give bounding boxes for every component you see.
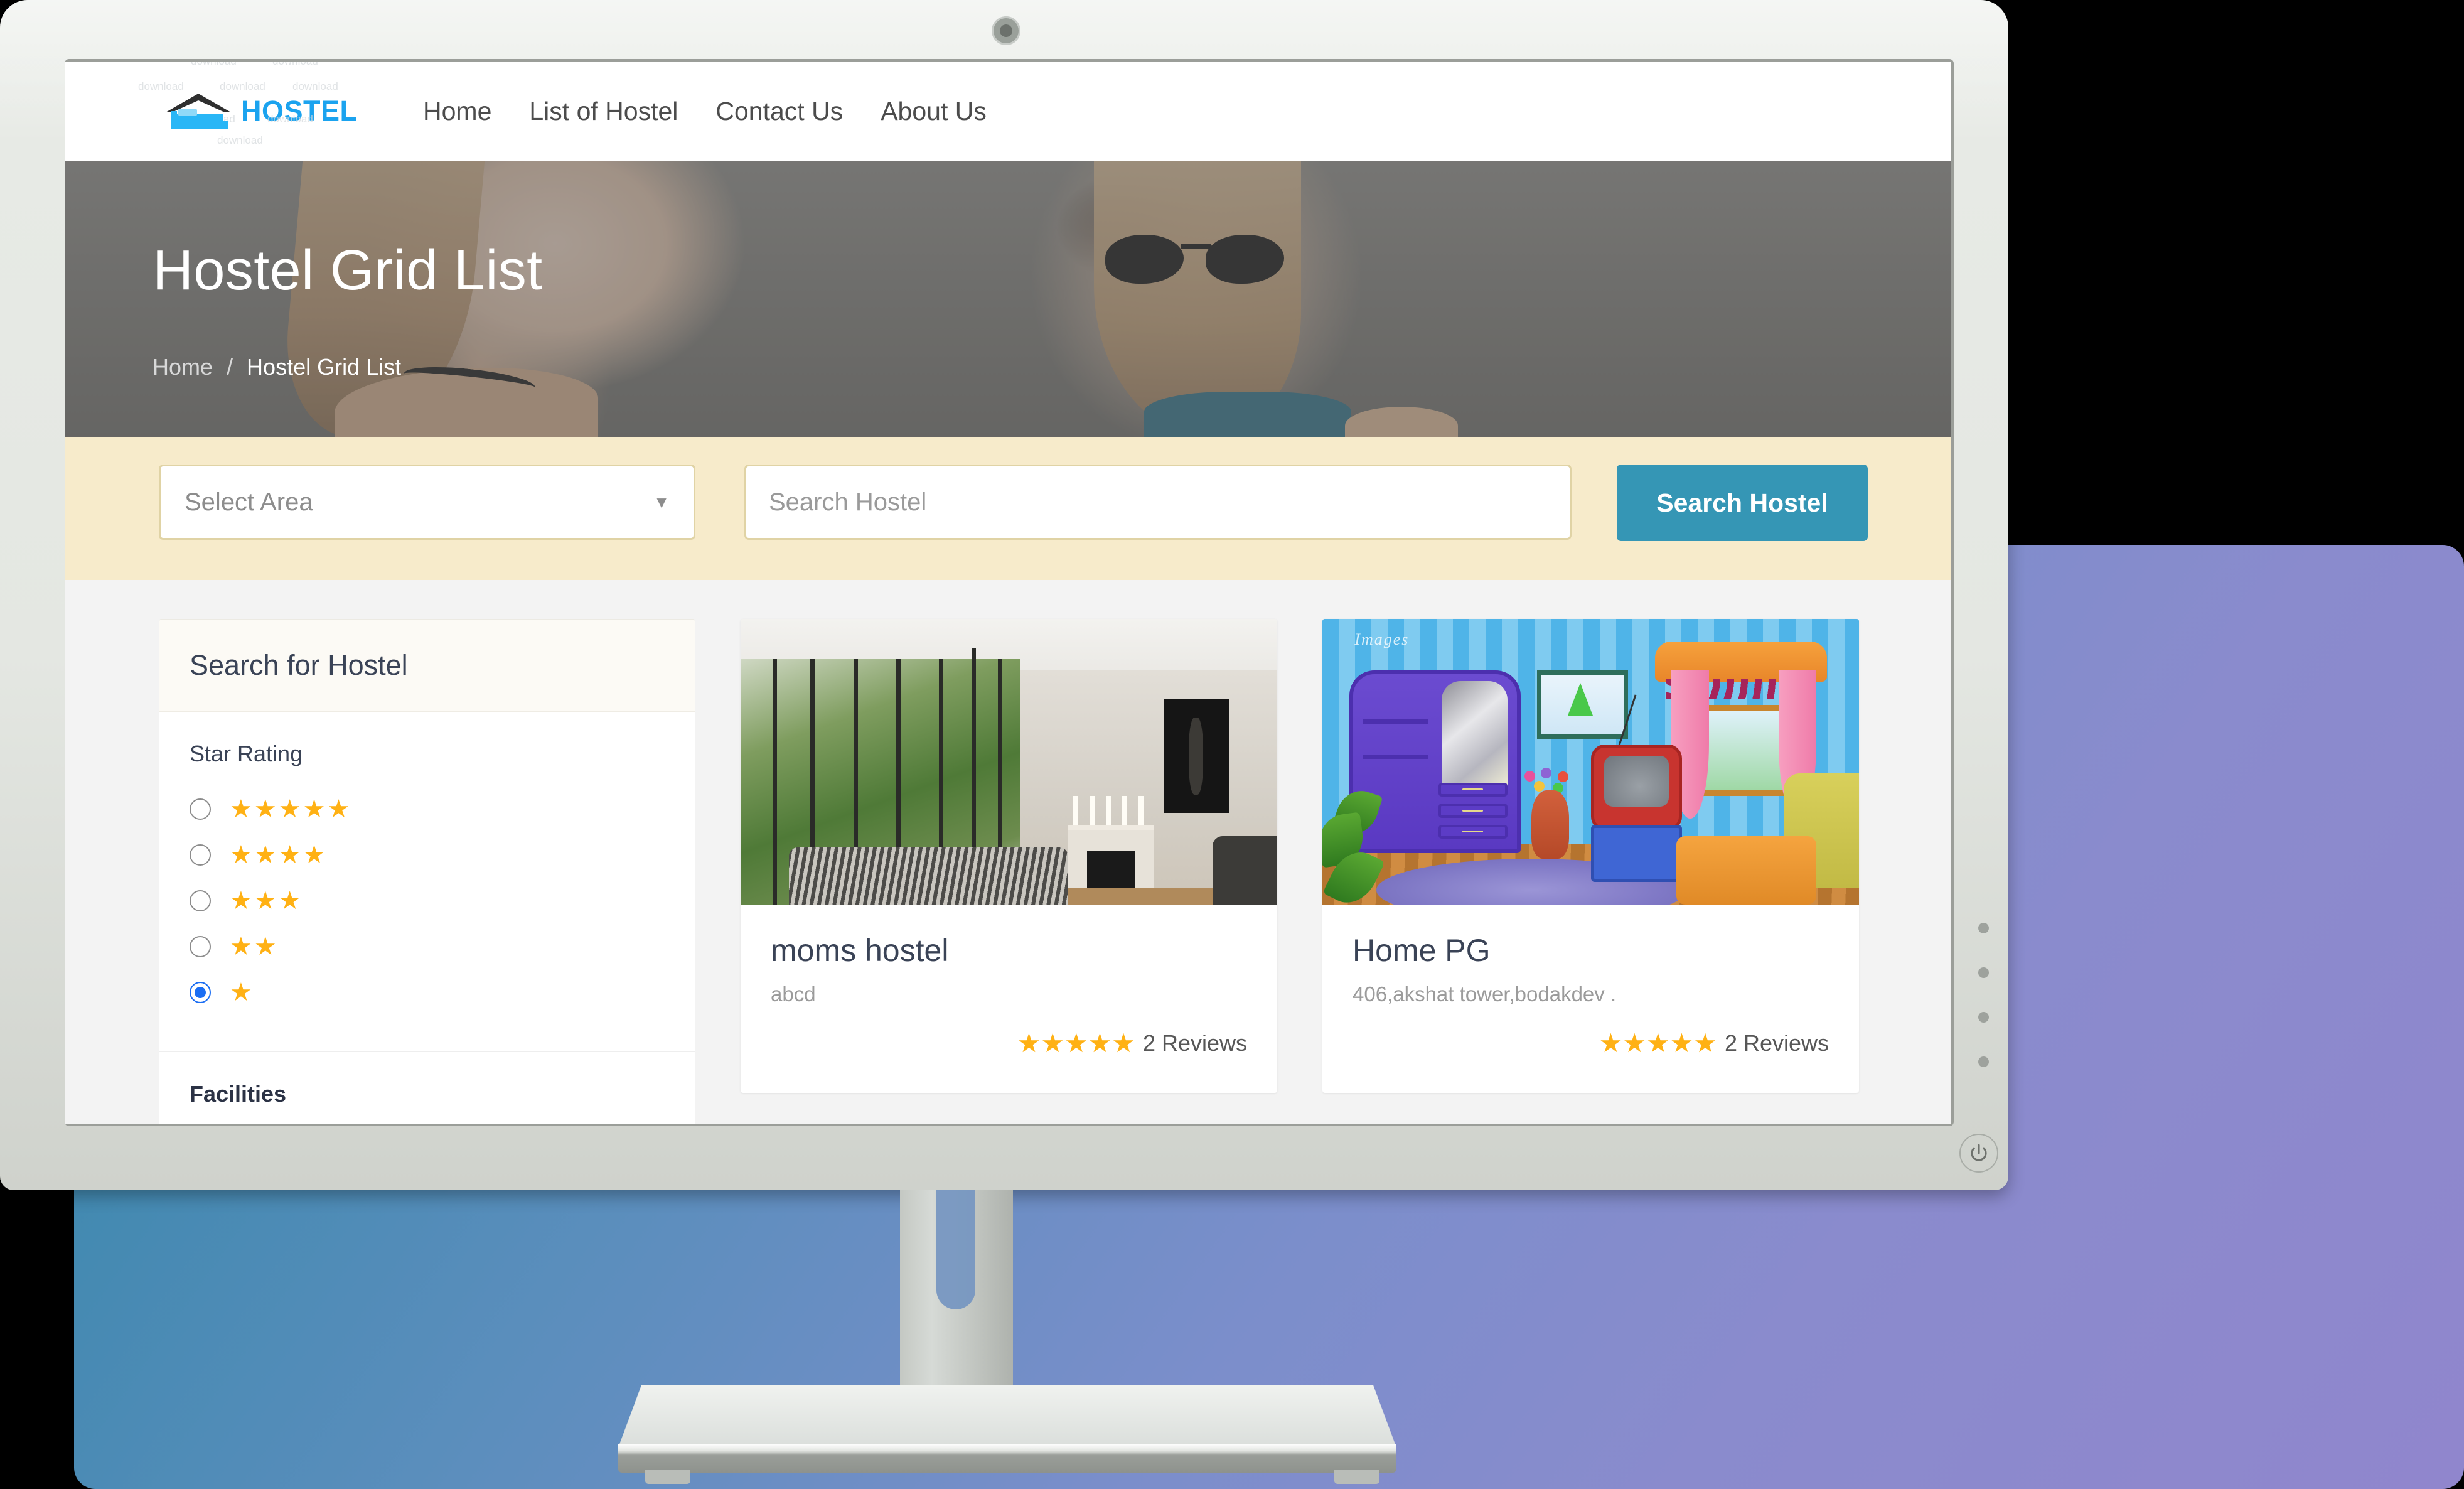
hostel-card-stars: ★★★★★ [1599,1028,1717,1058]
hostel-card-grid: moms hostel abcd ★★★★★ 2 Reviews Images … [741,619,1859,1093]
webcam-lens [1000,24,1012,37]
power-button[interactable] [1959,1134,1998,1173]
facilities-filter: Facilities [159,1052,695,1124]
hostel-card-rating: ★★★★★ 2 Reviews [1599,1030,1829,1056]
rating-option-5[interactable]: ★★★★★ [190,786,665,832]
control-dot-1[interactable] [1978,923,1989,933]
hostel-card-reviews[interactable]: 2 Reviews [1725,1030,1829,1056]
hostel-card[interactable]: moms hostel abcd ★★★★★ 2 Reviews [741,619,1277,1093]
search-hostel-button[interactable]: Search Hostel [1617,465,1868,541]
hostel-card-image: Images [1322,619,1859,905]
hostel-card-stars: ★★★★★ [1017,1028,1135,1058]
power-icon [1971,1144,1987,1161]
chevron-down-icon: ▼ [653,492,670,512]
control-dot-2[interactable] [1978,967,1989,978]
monitor-stand-base-top [618,1385,1396,1448]
hero-banner: Hostel Grid List Home / Hostel Grid List [65,161,1951,437]
hostel-card-image [741,619,1277,905]
monitor-stand-base-front [618,1444,1396,1473]
hostel-card-subtitle: 406,akshat tower,bodakdev . [1353,982,1617,1006]
house-with-bed-icon [162,89,236,134]
hostel-card-reviews[interactable]: 2 Reviews [1143,1030,1247,1056]
filter-sidebar: Search for Hostel Star Rating ★★★★★ ★★★★… [159,619,695,1124]
rating-option-3[interactable]: ★★★ [190,878,665,923]
rating-radio-3[interactable] [190,890,211,911]
breadcrumb-separator: / [227,354,233,380]
control-dot-3[interactable] [1978,1012,1989,1023]
select-area-dropdown[interactable]: Select Area ▼ [159,465,695,540]
rating-stars-5: ★★★★★ [230,795,352,823]
page-title: Hostel Grid List [153,239,543,302]
rating-radio-2[interactable] [190,935,211,957]
nav-item-about-us[interactable]: About Us [862,97,1005,126]
rating-option-2[interactable]: ★★ [190,923,665,969]
monitor-body: download download download download down… [0,0,2008,1190]
webcam-icon [992,16,1020,45]
hostel-card[interactable]: Images Home PG 406,akshat tower,bodakdev… [1322,619,1859,1093]
hostel-card-title: Home PG [1353,933,1491,968]
search-hostel-input[interactable]: Search Hostel [744,465,1572,540]
monitor-control-dots [1976,923,1991,1067]
breadcrumb-home[interactable]: Home [153,354,213,380]
rating-stars-2: ★★ [230,932,279,960]
star-rating-filter: Star Rating ★★★★★ ★★★★ ★★★ ★★ ★ [159,712,695,1052]
rating-radio-4[interactable] [190,844,211,866]
rating-option-1[interactable]: ★ [190,969,665,1015]
primary-navigation: Home List of Hostel Contact Us About Us [404,97,1005,126]
nav-item-list-of-hostel[interactable]: List of Hostel [510,97,697,126]
main-content: Search for Hostel Star Rating ★★★★★ ★★★★… [65,580,1951,1124]
site-navbar: download download download download down… [65,62,1951,161]
hostel-card-subtitle: abcd [771,982,816,1006]
breadcrumb: Home / Hostel Grid List [153,354,1951,380]
image-watermark: Images [1354,630,1410,649]
monitor-stand-foot-right [1334,1470,1379,1484]
rating-stars-4: ★★★★ [230,841,328,869]
nav-item-contact-us[interactable]: Contact Us [697,97,862,126]
site-logo[interactable]: download download download download down… [138,62,363,146]
logo-watermark-text: download [292,80,338,92]
hostel-card-rating: ★★★★★ 2 Reviews [1017,1030,1247,1056]
facilities-label: Facilities [190,1081,287,1107]
star-rating-label: Star Rating [190,741,303,766]
control-dot-4[interactable] [1978,1056,1989,1067]
logo-watermark-text: download [217,134,263,146]
rating-stars-1: ★ [230,978,254,1006]
stand-neck-cutout [936,1190,975,1309]
search-band: Select Area ▼ Search Hostel Search Hoste… [65,437,1951,580]
monitor-stand-foot-left [645,1470,690,1484]
breadcrumb-current: Hostel Grid List [247,354,402,380]
logo-wordmark: HOSTEL [241,95,358,127]
logo-watermark-text: download [272,62,318,68]
rating-option-4[interactable]: ★★★★ [190,832,665,878]
screen: download download download download down… [65,62,1951,1124]
rating-stars-3: ★★★ [230,886,303,915]
nav-item-home[interactable]: Home [404,97,510,126]
rating-radio-1[interactable] [190,981,211,1003]
monitor-stand-neck [900,1190,1013,1416]
search-hostel-placeholder: Search Hostel [769,488,927,516]
sidebar-title: Search for Hostel [159,620,695,712]
rating-radio-5[interactable] [190,798,211,820]
logo-watermark-text: download [191,62,237,68]
select-area-value: Select Area [185,488,313,516]
hostel-card-title: moms hostel [771,933,949,968]
